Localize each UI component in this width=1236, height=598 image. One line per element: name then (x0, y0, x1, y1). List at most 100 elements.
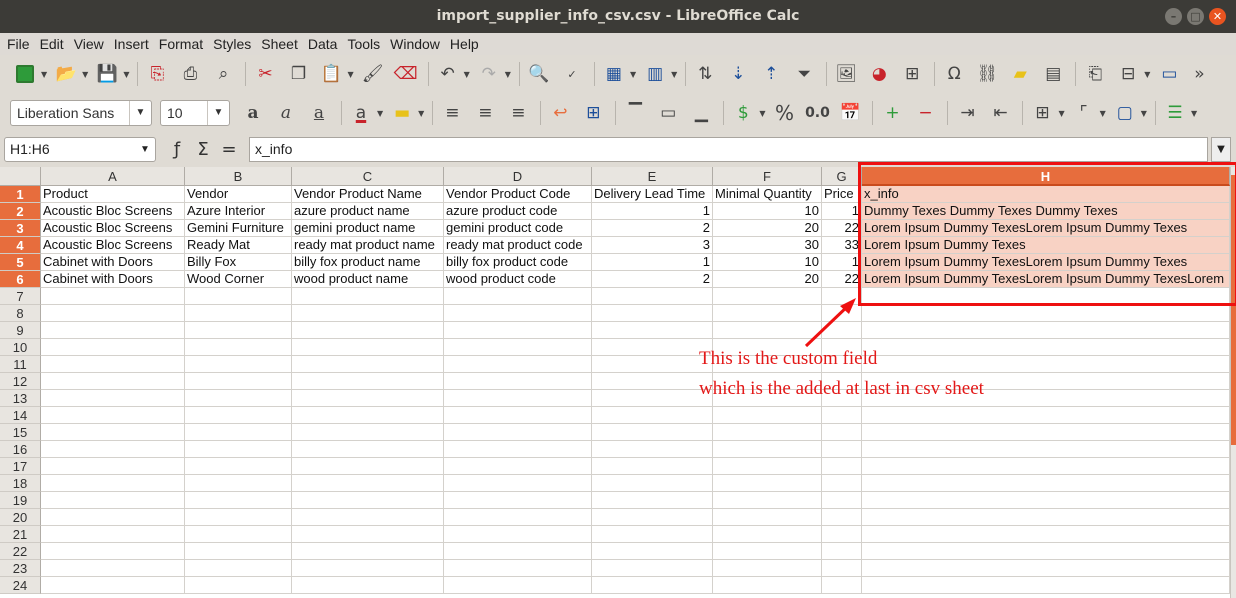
cell-b15[interactable] (185, 424, 292, 441)
row-header[interactable]: 14 (0, 407, 41, 424)
cell-c18[interactable] (292, 475, 444, 492)
chevron-down-icon[interactable]: ▼ (377, 109, 383, 118)
cell-e17[interactable] (592, 458, 713, 475)
print-icon[interactable]: ⎙ (175, 60, 205, 88)
row-header[interactable]: 24 (0, 577, 41, 594)
cell-f14[interactable] (713, 407, 822, 424)
chevron-down-icon[interactable]: ▼ (464, 70, 470, 79)
cell-c9[interactable] (292, 322, 444, 339)
row-header[interactable]: 19 (0, 492, 41, 509)
cell-e7[interactable] (592, 288, 713, 305)
cell-b12[interactable] (185, 373, 292, 390)
cell-a8[interactable] (41, 305, 185, 322)
cell-b16[interactable] (185, 441, 292, 458)
align-bottom-icon[interactable]: ▁ (686, 99, 716, 127)
cell-b3[interactable]: Gemini Furniture (185, 220, 292, 237)
cell-c12[interactable] (292, 373, 444, 390)
cell-a24[interactable] (41, 577, 185, 594)
formula-equals-icon[interactable]: = (220, 139, 238, 160)
chevron-down-icon[interactable]: ▼ (41, 70, 47, 79)
cell-e21[interactable] (592, 526, 713, 543)
cell-e8[interactable] (592, 305, 713, 322)
chevron-down-icon[interactable]: ▼ (418, 109, 424, 118)
cell-b8[interactable] (185, 305, 292, 322)
cell-c20[interactable] (292, 509, 444, 526)
cell-d7[interactable] (444, 288, 592, 305)
menu-insert[interactable]: Insert (109, 36, 154, 52)
cell-e4[interactable]: 3 (592, 237, 713, 254)
chevron-down-icon[interactable]: ▼ (347, 70, 353, 79)
cell-e6[interactable]: 2 (592, 271, 713, 288)
minimize-button[interactable]: – (1165, 8, 1182, 25)
cell-c21[interactable] (292, 526, 444, 543)
menu-edit[interactable]: Edit (35, 36, 69, 52)
column-header-h[interactable]: H (862, 167, 1230, 186)
cell-e10[interactable] (592, 339, 713, 356)
function-wizard-icon[interactable]: ƒ (168, 139, 186, 160)
cell-d21[interactable] (444, 526, 592, 543)
cell-f20[interactable] (713, 509, 822, 526)
redo-icon[interactable]: ↷ (474, 60, 504, 88)
cell-c13[interactable] (292, 390, 444, 407)
sort-icon[interactable]: ⇅ (690, 60, 720, 88)
cell-g23[interactable] (822, 560, 862, 577)
name-box[interactable]: H1:H6 ▼ (4, 137, 156, 162)
save-icon[interactable]: 💾 (92, 60, 122, 88)
cell-b6[interactable]: Wood Corner (185, 271, 292, 288)
row-header[interactable]: 7 (0, 288, 41, 305)
cell-d24[interactable] (444, 577, 592, 594)
underline-icon[interactable]: a (304, 99, 334, 127)
font-name-box[interactable]: Liberation Sans ▼ (10, 100, 152, 126)
cell-b11[interactable] (185, 356, 292, 373)
cell-e3[interactable]: 2 (592, 220, 713, 237)
cell-d11[interactable] (444, 356, 592, 373)
undo-icon[interactable]: ↶ (433, 60, 463, 88)
cell-e11[interactable] (592, 356, 713, 373)
cell-d18[interactable] (444, 475, 592, 492)
cell-b7[interactable] (185, 288, 292, 305)
define-print-area-icon[interactable]: ⎗ (1080, 60, 1110, 88)
cell-g6[interactable]: 22 (822, 271, 862, 288)
split-window-icon[interactable]: ▭ (1154, 60, 1184, 88)
cell-f22[interactable] (713, 543, 822, 560)
cell-g5[interactable]: 1 (822, 254, 862, 271)
row-header[interactable]: 3 (0, 220, 41, 237)
cell-g16[interactable] (822, 441, 862, 458)
clear-formatting-icon[interactable]: ⌫ (391, 60, 421, 88)
chevron-down-icon[interactable]: ▼ (1191, 109, 1197, 118)
cell-a7[interactable] (41, 288, 185, 305)
cell-d6[interactable]: wood product code (444, 271, 592, 288)
cell-a1[interactable]: Product (41, 186, 185, 203)
cell-d10[interactable] (444, 339, 592, 356)
close-button[interactable]: ✕ (1209, 8, 1226, 25)
cell-d15[interactable] (444, 424, 592, 441)
special-character-icon[interactable]: Ω (939, 60, 969, 88)
cell-g14[interactable] (822, 407, 862, 424)
new-spreadsheet-icon[interactable] (10, 60, 40, 88)
cell-h17[interactable] (862, 458, 1230, 475)
row-header[interactable]: 8 (0, 305, 41, 322)
print-preview-icon[interactable]: ⌕ (208, 60, 238, 88)
cell-g1[interactable]: Price (822, 186, 862, 203)
cell-a21[interactable] (41, 526, 185, 543)
cell-d16[interactable] (444, 441, 592, 458)
cell-b1[interactable]: Vendor (185, 186, 292, 203)
decrease-indent-icon[interactable]: ⇤ (985, 99, 1015, 127)
row-header[interactable]: 20 (0, 509, 41, 526)
chevron-down-icon[interactable]: ▼ (1144, 70, 1150, 79)
cell-b13[interactable] (185, 390, 292, 407)
cell-h3[interactable]: Lorem Ipsum Dummy TexesLorem Ipsum Dummy… (862, 220, 1230, 237)
cell-a13[interactable] (41, 390, 185, 407)
column-header-d[interactable]: D (444, 167, 592, 186)
cell-a9[interactable] (41, 322, 185, 339)
cell-d22[interactable] (444, 543, 592, 560)
cell-e13[interactable] (592, 390, 713, 407)
menu-file[interactable]: File (2, 36, 35, 52)
cell-h16[interactable] (862, 441, 1230, 458)
cell-g4[interactable]: 33 (822, 237, 862, 254)
sum-icon[interactable]: Σ (194, 139, 212, 160)
chevron-down-icon[interactable]: ▼ (1100, 109, 1106, 118)
column-header-a[interactable]: A (41, 167, 185, 186)
cell-h9[interactable] (862, 322, 1230, 339)
cell-h6[interactable]: Lorem Ipsum Dummy TexesLorem Ipsum Dummy… (862, 271, 1230, 288)
